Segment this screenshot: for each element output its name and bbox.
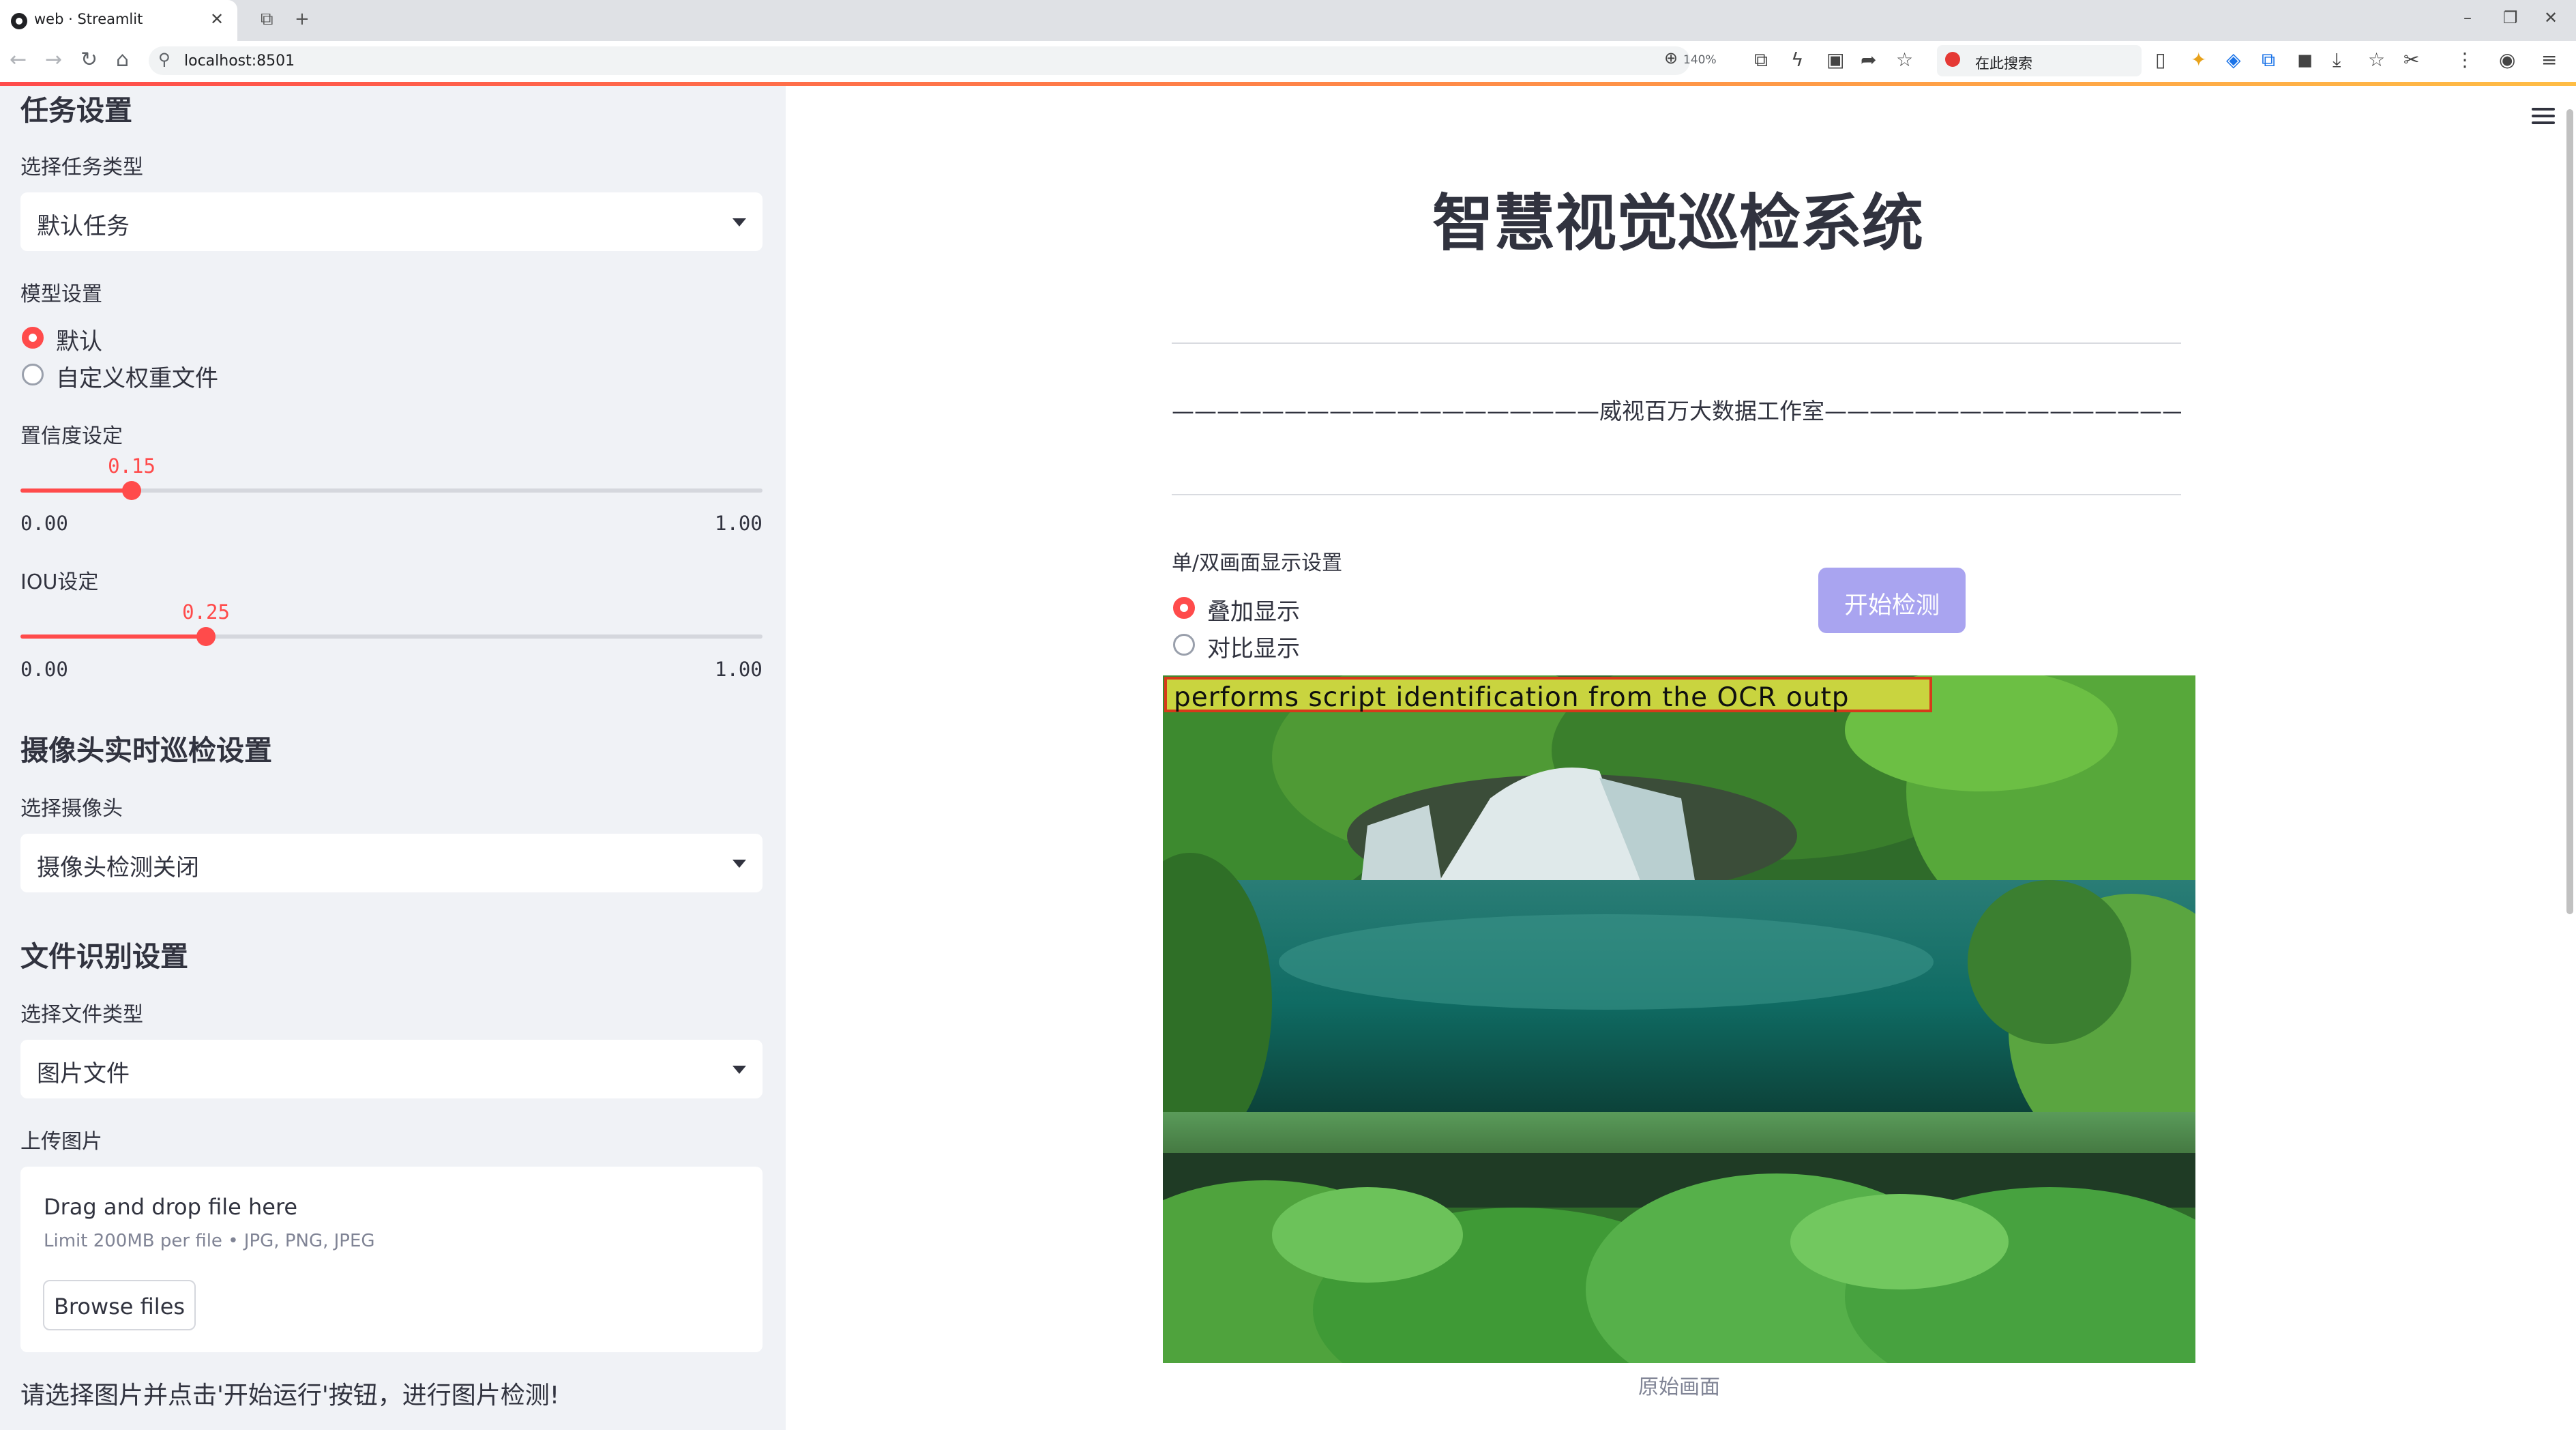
iou-value: 0.25 [182,600,230,624]
display-option-label: 叠加显示 [1207,598,1300,626]
display-option-label: 对比显示 [1207,635,1300,662]
iou-slider-thumb[interactable] [196,627,216,646]
browse-files-label: Browse files [53,1294,186,1319]
confidence-slider[interactable] [20,481,763,500]
task-type-label: 选择任务类型 [20,156,143,179]
start-detection-label: 开始检测 [1844,592,1940,619]
screenshot-icon[interactable]: ▣ [1826,48,1844,71]
upload-label: 上传图片 [20,1130,102,1154]
extension-blue-icon[interactable]: ◈ [2226,48,2241,71]
phone-icon[interactable]: ▯ [2155,48,2165,71]
dropzone-limit: Limit 200MB per file • JPG, PNG, JPEG [44,1231,375,1251]
close-window-icon[interactable]: ✕ [2544,8,2558,27]
chevron-down-icon [732,860,746,868]
browser-tab[interactable]: web · Streamlit ✕ [0,0,237,41]
zoom-icon[interactable]: ⊕ [1664,48,1678,68]
radio-unselected-icon[interactable] [1173,634,1195,656]
task-settings-heading: 任务设置 [20,94,132,127]
extension-dark-icon[interactable]: ◼ [2297,48,2313,71]
streamlit-favicon-icon [11,13,27,29]
confidence-max: 1.00 [715,512,763,535]
iou-label: IOU设定 [20,570,99,594]
profile-avatar-icon[interactable]: ◉ [2499,48,2515,71]
camera-select-label: 选择摄像头 [20,797,123,821]
model-option-label: 自定义权重文件 [56,365,218,392]
home-icon[interactable]: ⌂ [116,48,129,72]
ocr-detected-text: performs script identification from the … [1174,682,1850,713]
url-field[interactable]: ⚲ localhost:8501 [149,46,1690,75]
file-settings-heading: 文件识别设置 [20,940,188,973]
divider-bottom [1172,494,2181,495]
model-settings-label: 模型设置 [20,282,102,306]
search-placeholder: 在此搜索 [1975,55,2032,72]
iou-slider[interactable] [20,627,763,646]
chevron-down-icon [732,1066,746,1074]
file-type-value: 图片文件 [37,1060,130,1088]
browser-tab-bar: web · Streamlit ✕ ⧉ + – ❐ ✕ [0,0,2576,41]
camera-select[interactable]: 摄像头检测关闭 [20,834,763,892]
task-type-select[interactable]: 默认任务 [20,192,763,251]
address-bar: ← → ↻ ⌂ ⚲ localhost:8501 ⊕ 140% ⧉ ϟ ▣ ➦ … [0,41,2576,83]
file-type-label: 选择文件类型 [20,1003,143,1027]
reload-icon[interactable]: ↻ [80,48,98,72]
extension-translate-icon[interactable]: ⧉ [2262,48,2275,72]
url-text: localhost:8501 [184,53,295,70]
scrollbar[interactable] [2566,109,2573,914]
sidebar: 任务设置 选择任务类型 默认任务 模型设置 默认 自定义权重文件 置信度设定 0… [0,86,786,1430]
translate-icon[interactable]: ⧉ [1754,48,1768,72]
tab-groups-icon[interactable]: ⧉ [261,9,273,30]
iou-min: 0.00 [20,658,68,681]
new-tab-icon[interactable]: + [295,9,310,29]
ocr-detection-box: performs script identification from the … [1164,677,1932,713]
back-icon[interactable]: ← [10,48,27,72]
browser-search-box[interactable]: 在此搜索 [1937,45,2142,76]
zoom-level: 140% [1683,53,1717,67]
minimize-icon[interactable]: – [2463,8,2472,27]
confidence-slider-fill [20,488,132,493]
lightning-icon[interactable]: ϟ [1791,48,1803,71]
tab-title: web · Streamlit [34,11,143,27]
forward-icon[interactable]: → [45,48,62,72]
browse-files-button[interactable]: Browse files [43,1280,196,1330]
iou-max: 1.00 [715,658,763,681]
divider-top [1172,342,2181,344]
favorites-icon[interactable]: ☆ [2368,48,2385,71]
task-type-value: 默认任务 [37,213,130,240]
radio-unselected-icon[interactable] [22,364,44,385]
file-type-select[interactable]: 图片文件 [20,1040,763,1098]
cut-tool-icon[interactable]: ✂ [2403,48,2419,71]
hamburger-menu-icon[interactable] [2532,106,2558,127]
share-icon[interactable]: ➦ [1861,48,1876,71]
site-info-icon[interactable]: ⚲ [158,50,171,69]
confidence-slider-thumb[interactable] [122,481,141,500]
search-engine-icon [1945,52,1960,67]
detection-result-image: performs script identification from the … [1163,675,2195,1363]
confidence-min: 0.00 [20,512,68,535]
dropzone-title: Drag and drop file here [44,1194,298,1220]
radio-selected-icon[interactable] [1173,597,1195,619]
image-caption: 原始画面 [1638,1375,1720,1399]
chevron-down-icon [732,218,746,227]
radio-selected-icon[interactable] [22,327,44,349]
model-option-label: 默认 [56,328,102,355]
start-detection-button[interactable]: 开始检测 [1818,568,1966,633]
extension-ai-icon[interactable]: ✦ [2191,48,2206,71]
confidence-value: 0.15 [108,454,156,478]
more-menu-icon[interactable]: ⋮ [2455,48,2474,71]
close-tab-icon[interactable]: ✕ [210,10,224,29]
waterfall-scene-image [1163,675,2195,1363]
restore-icon[interactable]: ❐ [2503,8,2518,27]
camera-settings-heading: 摄像头实时巡检设置 [20,734,272,767]
file-dropzone[interactable]: Drag and drop file here Limit 200MB per … [20,1167,763,1352]
browser-menu-icon[interactable]: ≡ [2541,48,2557,71]
sidebar-instruction: 请选择图片并点击'开始运行'按钮，进行图片检测! [20,1382,560,1410]
studio-banner: ———————————————————威视百万大数据工作室———————————… [1172,398,2181,424]
confidence-label: 置信度设定 [20,424,123,448]
page-title: 智慧视觉巡检系统 [1432,188,1923,259]
display-mode-label: 单/双画面显示设置 [1172,551,1343,575]
camera-value: 摄像头检测关闭 [37,854,199,881]
iou-slider-fill [20,634,206,639]
bookmark-star-icon[interactable]: ☆ [1896,48,1913,71]
download-icon[interactable]: ⤓ [2333,48,2341,72]
